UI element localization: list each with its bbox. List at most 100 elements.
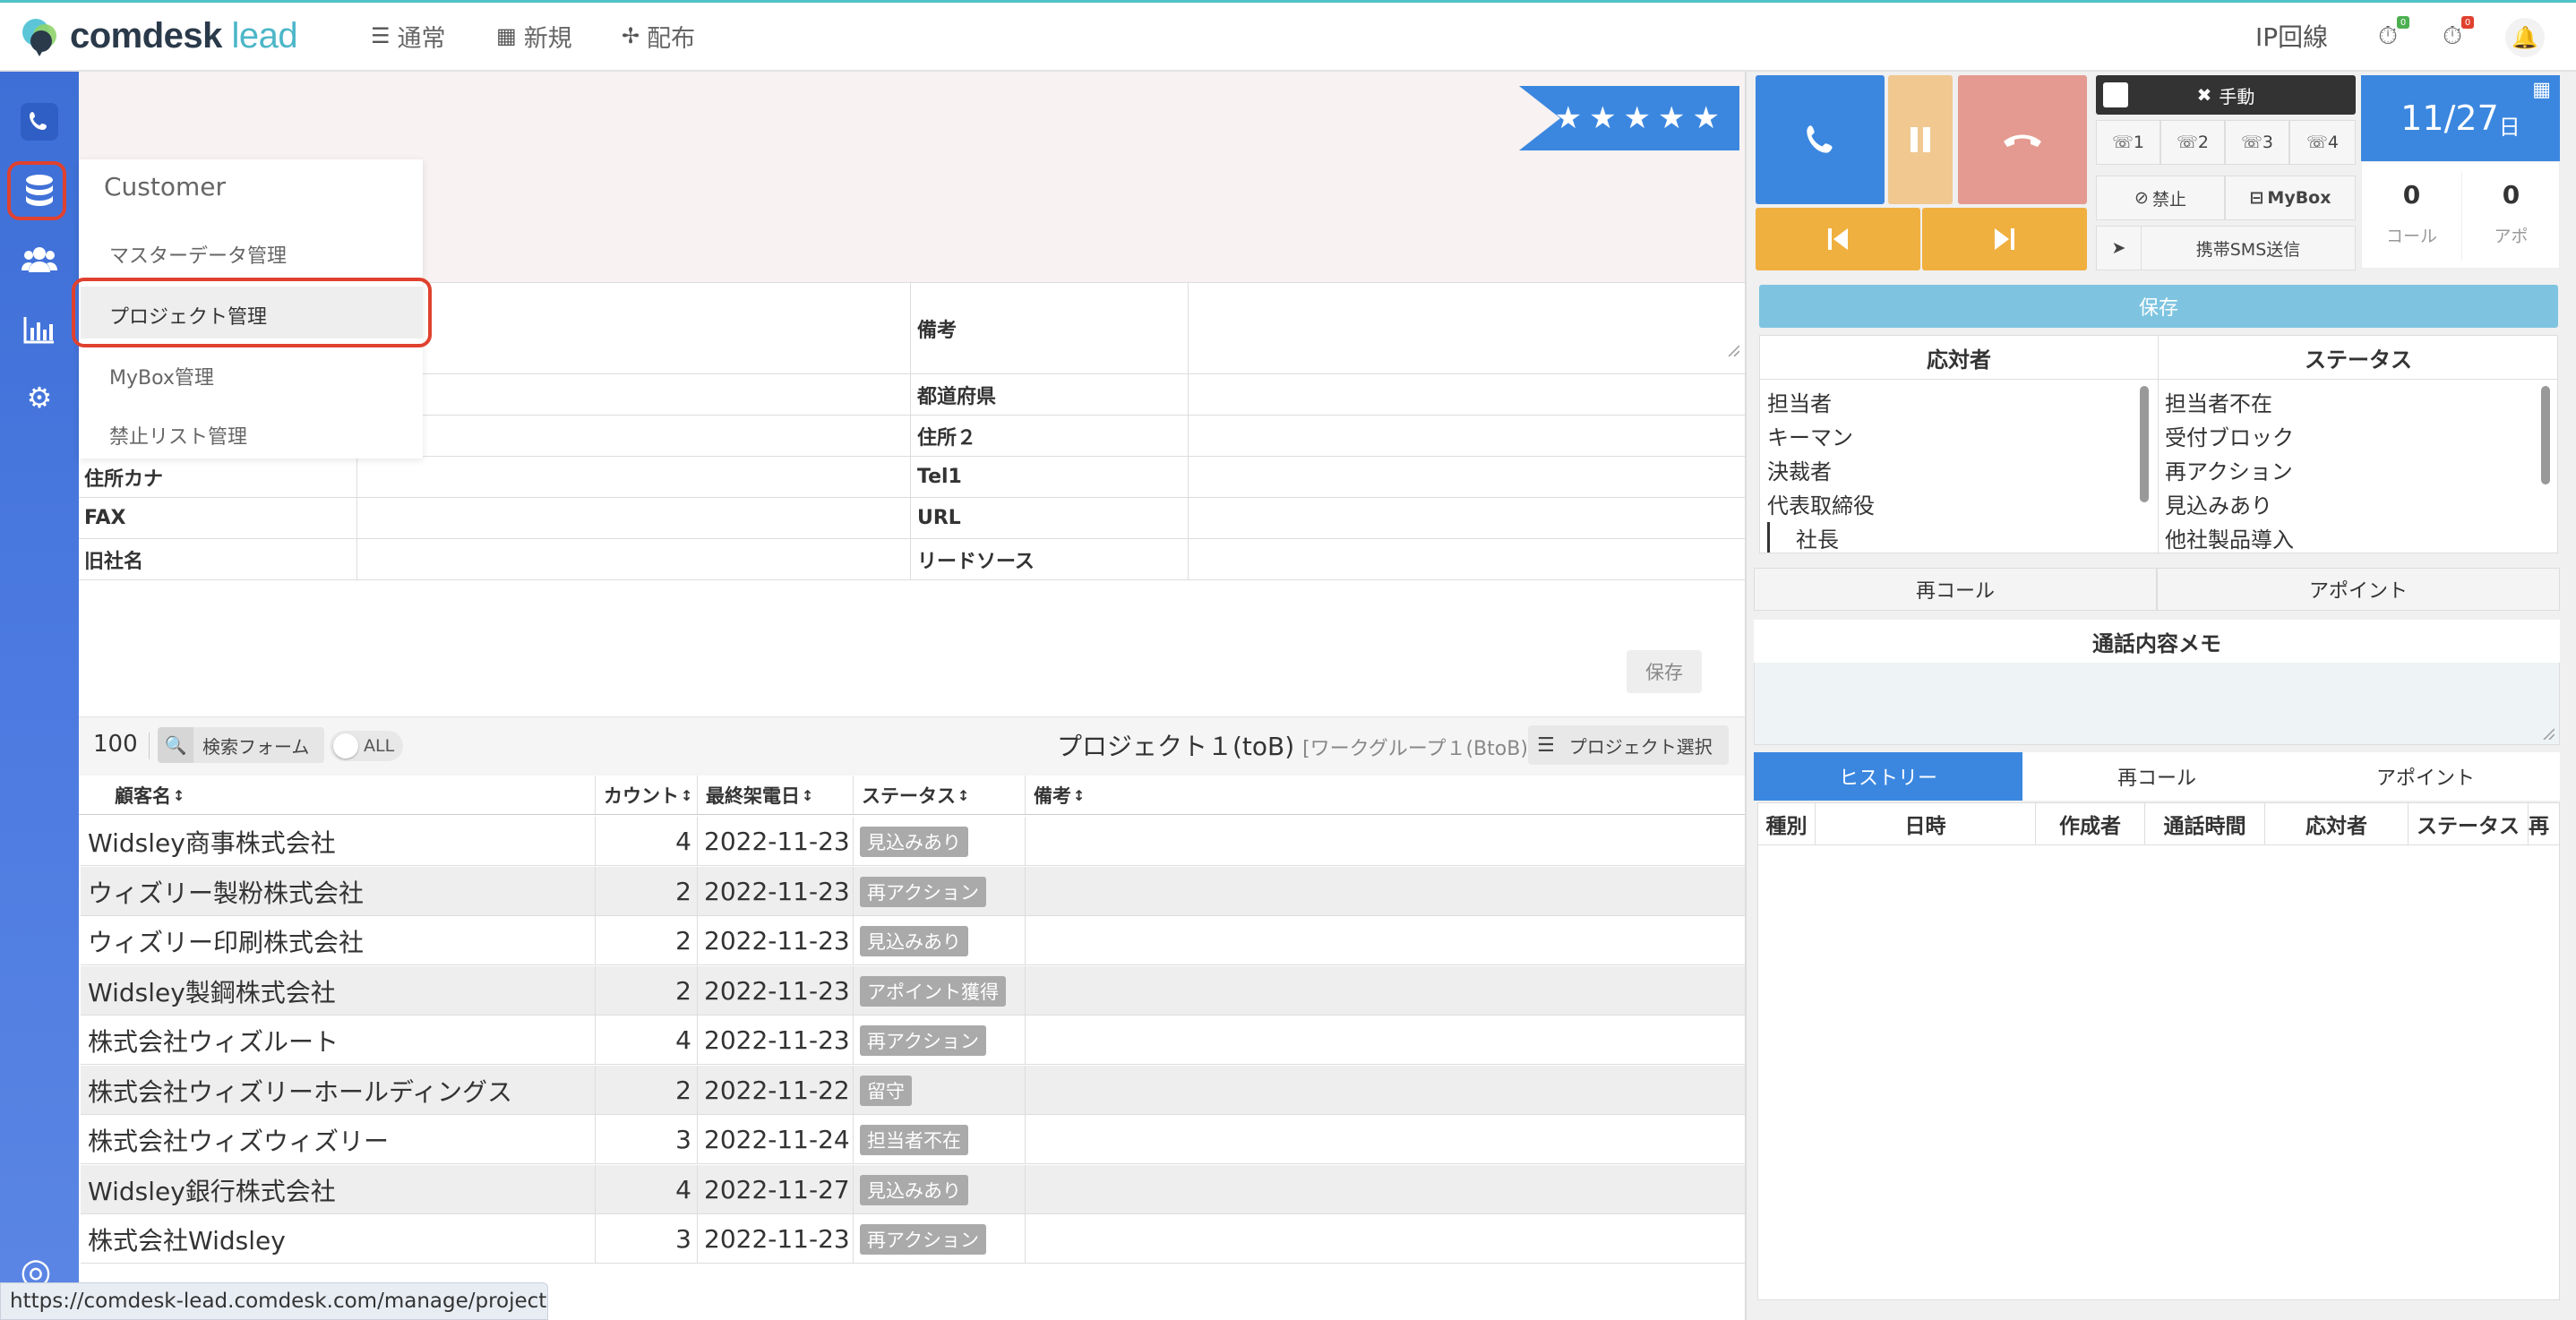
call-button[interactable] [1756, 75, 1885, 204]
table-row[interactable]: 株式会社Widsley 3 2022-11-23 再アクション [81, 1214, 1745, 1264]
clock-green-icon[interactable]: ⏱ 0 [2372, 16, 2409, 52]
app-logo[interactable]: comdesk lead [20, 11, 298, 61]
nav-distribute[interactable]: ✢ 配布 [622, 18, 695, 54]
col-customer-name[interactable]: 顧客名 ↕ [107, 776, 185, 815]
nav-normal[interactable]: ☰ 通常 [371, 18, 446, 54]
status-scrollbar[interactable] [2541, 386, 2550, 484]
respondent-option[interactable]: 担当者 [1767, 386, 1832, 417]
line-3-button[interactable]: ☏ 3 [2225, 120, 2289, 165]
customer-name[interactable]: ウィズリー印刷株式会社 [88, 916, 364, 965]
table-row[interactable]: 株式会社ウィズルート 4 2022-11-23 再アクション [81, 1016, 1745, 1065]
line-4-button[interactable]: ☏ 4 [2289, 120, 2356, 165]
tab-appoint[interactable]: アポイント [2291, 752, 2560, 801]
line-1-button[interactable]: ☏ 1 [2096, 120, 2160, 165]
col-last-call[interactable]: 最終架電日 ↕ [699, 776, 813, 815]
send-icon: ➤ [2097, 227, 2142, 270]
skip-forward-icon [1995, 228, 2014, 250]
manual-checkbox[interactable] [2103, 82, 2128, 107]
next-button[interactable] [1922, 208, 2087, 270]
recall-button[interactable]: 再コール [1754, 568, 2157, 611]
respondent-option[interactable]: 決裁者 [1767, 454, 1832, 485]
status-option[interactable]: 担当者不在 [2165, 386, 2272, 417]
bell-icon[interactable]: 🔔 [2505, 18, 2545, 57]
customer-name[interactable]: 株式会社ウィズリーホールディングス [88, 1066, 512, 1115]
brand-sub: lead [231, 15, 298, 56]
sms-button[interactable]: ➤ 携帯SMS送信 [2096, 226, 2356, 270]
customer-name[interactable]: 株式会社ウィズウィズリー [88, 1115, 389, 1164]
project-select-button[interactable]: ☰ プロジェクト選択 [1528, 725, 1729, 765]
history-col[interactable]: 応対者 [2265, 803, 2409, 844]
rating-stars[interactable]: ★★★★★ [1519, 86, 1739, 150]
counts-box: 0 コール 0 アポ [2361, 161, 2560, 269]
field-label: 旧社名 [84, 550, 144, 573]
respondent-option[interactable]: 社長 [1796, 522, 1839, 553]
history-col[interactable]: 通話時間 [2145, 803, 2265, 844]
search-form-button[interactable]: 🔍 検索フォーム [158, 727, 324, 763]
table-row[interactable]: ウィズリー印刷株式会社 2 2022-11-23 見込みあり [81, 916, 1745, 965]
respondent-header: 応対者 [1927, 347, 1991, 373]
toggle-knob [333, 733, 358, 759]
customer-name[interactable]: 株式会社ウィズルート [88, 1016, 339, 1065]
menu-item-mybox[interactable]: MyBox管理 [109, 362, 214, 390]
customer-name[interactable]: 株式会社Widsley [88, 1214, 286, 1264]
line-2-button[interactable]: ☏ 2 [2160, 120, 2225, 165]
respondent-option[interactable]: 代表取締役 [1767, 488, 1875, 519]
last-call-date: 2022-11-23 [704, 827, 850, 856]
table-row[interactable]: Widsley製鋼株式会社 2 2022-11-23 アポイント獲得 [81, 966, 1745, 1016]
form-save-button[interactable]: 保存 [1627, 650, 1702, 693]
resize-handle-icon[interactable] [1727, 344, 1739, 356]
all-toggle[interactable]: ALL [330, 731, 403, 761]
prev-button[interactable] [1756, 208, 1920, 270]
customer-name[interactable]: Widsley製鋼株式会社 [88, 966, 336, 1016]
col-notes[interactable]: 備考 ↕ [1026, 776, 1085, 815]
pause-button[interactable] [1888, 75, 1953, 204]
history-col[interactable]: 再 [2529, 803, 2559, 844]
gear-icon[interactable]: ⚙ [13, 371, 66, 424]
col-status[interactable]: ステータス ↕ [854, 776, 969, 815]
mybox-button[interactable]: ⊟ MyBox [2225, 176, 2356, 220]
status-option[interactable]: 再アクション [2165, 454, 2293, 485]
users-icon[interactable] [13, 233, 66, 287]
history-col[interactable]: 日時 [1816, 803, 2036, 844]
grid-icon: ▦ [496, 23, 517, 48]
menu-item-ban-list[interactable]: 禁止リスト管理 [109, 421, 247, 450]
history-col[interactable]: ステータス [2409, 803, 2529, 844]
col-count[interactable]: カウント ↕ [597, 776, 692, 815]
form-row: 住所カナ Tel1 [79, 457, 1745, 498]
history-col[interactable]: 種別 [1758, 803, 1816, 844]
calendar-icon[interactable]: ▦ [2532, 79, 2551, 101]
nav-new-label: 新規 [523, 24, 572, 53]
table-row[interactable]: Widsley商事株式会社 4 2022-11-23 見込みあり [81, 817, 1745, 866]
nav-new[interactable]: ▦ 新規 [496, 18, 572, 54]
table-row[interactable]: Widsley銀行株式会社 4 2022-11-27 見込みあり [81, 1165, 1745, 1214]
manual-toggle[interactable]: ✖ 手動 [2096, 75, 2356, 115]
customer-name[interactable]: Widsley商事株式会社 [88, 817, 336, 866]
table-header: 顧客名 ↕ カウント ↕ 最終架電日 ↕ ステータス ↕ 備考 ↕ [79, 776, 1745, 815]
respondent-option[interactable]: キーマン [1767, 420, 1853, 451]
respondent-scrollbar[interactable] [2140, 386, 2149, 502]
tab-history[interactable]: ヒストリー [1754, 752, 2022, 801]
status-badge: 担当者不在 [860, 1124, 968, 1155]
distribute-icon: ✢ [622, 23, 640, 48]
appoint-button[interactable]: アポイント [2157, 568, 2560, 611]
menu-item-master-data[interactable]: マスターデータ管理 [109, 240, 287, 269]
hangup-button[interactable] [1958, 75, 2087, 204]
table-row[interactable]: 株式会社ウィズリーホールディングス 2 2022-11-22 留守 [81, 1066, 1745, 1115]
phone-icon[interactable] [13, 95, 66, 149]
resize-handle-icon[interactable] [2542, 727, 2555, 740]
status-option[interactable]: 他社製品導入 [2165, 522, 2294, 553]
ban-button[interactable]: ⊘ 禁止 [2096, 176, 2225, 220]
tab-recall[interactable]: 再コール [2022, 752, 2291, 801]
customer-name[interactable]: ウィズリー製粉株式会社 [88, 867, 364, 916]
status-option[interactable]: 見込みあり [2165, 488, 2272, 519]
page-size[interactable]: 100 [93, 731, 138, 758]
history-col[interactable]: 作成者 [2036, 803, 2145, 844]
clock-red-icon[interactable]: ⏱ 0 [2436, 16, 2474, 52]
table-row[interactable]: ウィズリー製粉株式会社 2 2022-11-23 再アクション [81, 867, 1745, 916]
call-save-button[interactable]: 保存 [1759, 285, 2558, 328]
chart-icon[interactable] [13, 303, 66, 356]
status-option[interactable]: 受付ブロック [2165, 420, 2294, 451]
table-row[interactable]: 株式会社ウィズウィズリー 3 2022-11-24 担当者不在 [81, 1115, 1745, 1164]
ip-line-label[interactable]: IP回線 [2255, 18, 2328, 54]
customer-name[interactable]: Widsley銀行株式会社 [88, 1165, 336, 1214]
